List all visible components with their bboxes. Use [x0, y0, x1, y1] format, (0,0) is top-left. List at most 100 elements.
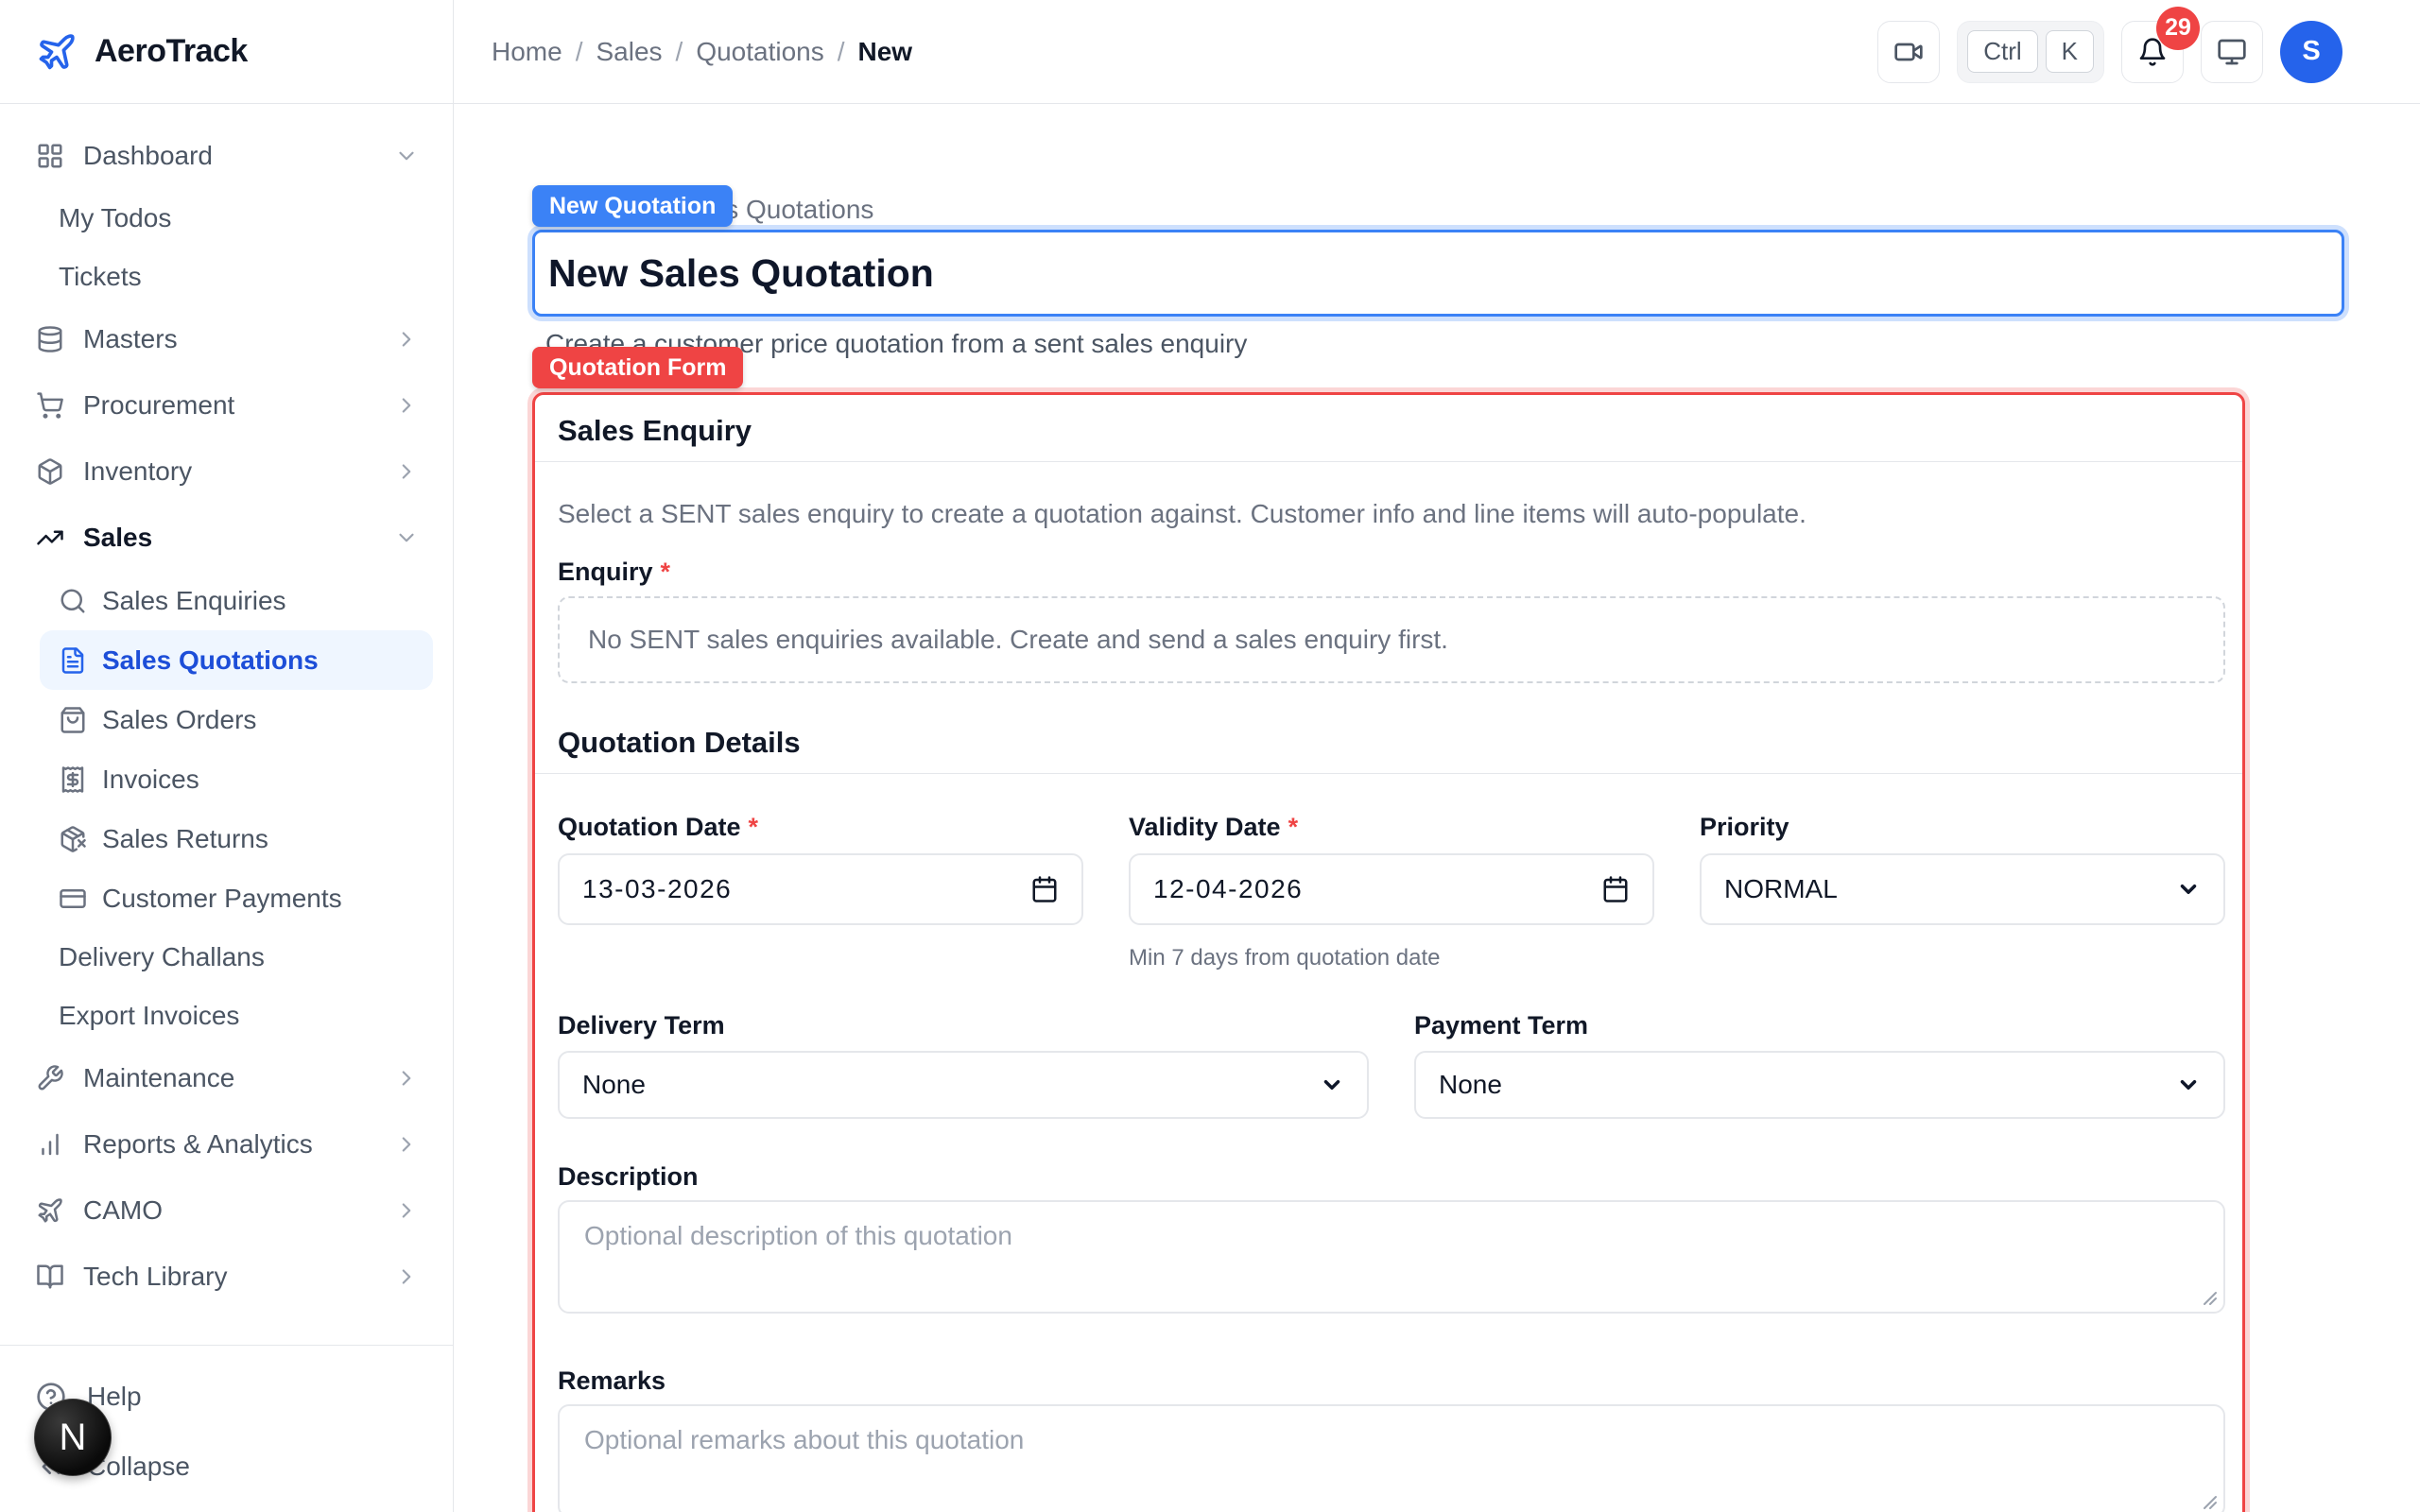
- sidebar-item-delivery-challans[interactable]: Delivery Challans: [0, 928, 453, 987]
- ctrl-keycap: Ctrl: [1967, 30, 2037, 73]
- notifications-button[interactable]: 29: [2121, 21, 2184, 83]
- breadcrumb-quotations[interactable]: Quotations: [696, 37, 823, 67]
- book-open-icon: [36, 1263, 64, 1291]
- avatar-initial: S: [2302, 36, 2320, 67]
- enquiry-empty-message: No SENT sales enquiries available. Creat…: [588, 625, 1448, 655]
- video-camera-icon: [1893, 37, 1924, 67]
- breadcrumb-separator: /: [838, 37, 845, 67]
- chevron-right-icon: [394, 1198, 419, 1223]
- payment-term-select[interactable]: None: [1414, 1051, 2225, 1119]
- page-title: New Sales Quotation: [535, 251, 934, 296]
- layout-grid-icon: [36, 142, 64, 170]
- topbar-actions: Ctrl K 29 S: [1877, 21, 2342, 83]
- chevron-right-icon: [394, 327, 419, 352]
- top-header: Home / Sales / Quotations / New Ctrl K 2…: [454, 0, 2420, 104]
- command-palette-shortcut[interactable]: Ctrl K: [1957, 21, 2104, 83]
- sidebar-item-label: Tickets: [59, 262, 142, 292]
- required-marker: *: [1288, 813, 1299, 841]
- sidebar-item-camo[interactable]: CAMO: [0, 1177, 453, 1244]
- plane-icon: [36, 1196, 64, 1225]
- monitor-icon: [2217, 37, 2247, 67]
- sidebar-item-label: Delivery Challans: [59, 942, 265, 972]
- brand-logo[interactable]: AeroTrack: [0, 0, 453, 104]
- chevron-down-icon: [1320, 1073, 1344, 1097]
- remarks-field-wrap: [558, 1404, 2225, 1512]
- resize-grip-icon[interactable]: [2203, 1291, 2218, 1306]
- breadcrumb-sales[interactable]: Sales: [596, 37, 662, 67]
- database-icon: [36, 325, 64, 353]
- quotation-date-input[interactable]: 13-03-2026: [558, 853, 1083, 925]
- breadcrumb-separator: /: [576, 37, 583, 67]
- wrench-icon: [36, 1064, 64, 1092]
- sidebar-item-label: Inventory: [83, 456, 192, 487]
- display-mode-button[interactable]: [2201, 21, 2263, 83]
- sidebar-item-label: CAMO: [83, 1195, 163, 1226]
- sidebar: AeroTrack Dashboard My Todos Tickets Mas…: [0, 0, 454, 1512]
- sidebar-item-label: Procurement: [83, 390, 234, 421]
- delivery-term-select[interactable]: None: [558, 1051, 1369, 1119]
- nextjs-dev-badge[interactable]: N: [34, 1399, 112, 1476]
- sidebar-item-dashboard[interactable]: Dashboard: [0, 123, 453, 189]
- sidebar-item-label: Maintenance: [83, 1063, 234, 1093]
- sidebar-item-label: My Todos: [59, 203, 171, 233]
- payment-term-label: Payment Term: [1414, 1011, 1588, 1040]
- delivery-term-label: Delivery Term: [558, 1011, 725, 1040]
- section-divider: [535, 461, 2242, 462]
- sidebar-item-maintenance[interactable]: Maintenance: [0, 1045, 453, 1111]
- user-avatar[interactable]: S: [2280, 21, 2342, 83]
- breadcrumb-separator: /: [676, 37, 683, 67]
- validity-date-input[interactable]: 12-04-2026: [1129, 853, 1654, 925]
- sidebar-item-my-todos[interactable]: My Todos: [0, 189, 453, 248]
- sidebar-item-sales-enquiries[interactable]: Sales Enquiries: [0, 571, 453, 630]
- remarks-textarea[interactable]: [558, 1404, 2225, 1512]
- sidebar-item-label: Sales: [83, 523, 152, 553]
- sidebar-item-sales[interactable]: Sales: [0, 505, 453, 571]
- description-field-wrap: [558, 1200, 2225, 1314]
- enquiry-section-description: Select a SENT sales enquiry to create a …: [558, 499, 1806, 529]
- annotation-form-badge: Quotation Form: [532, 347, 743, 388]
- chevron-down-icon: [394, 525, 419, 550]
- sidebar-item-procurement[interactable]: Procurement: [0, 372, 453, 438]
- enquiry-empty-state[interactable]: No SENT sales enquiries available. Creat…: [558, 596, 2225, 683]
- sidebar-item-reports-analytics[interactable]: Reports & Analytics: [0, 1111, 453, 1177]
- sidebar-item-sales-orders[interactable]: Sales Orders: [0, 690, 453, 749]
- description-textarea[interactable]: [558, 1200, 2225, 1314]
- sidebar-item-label: Sales Enquiries: [102, 586, 286, 616]
- sidebar-item-invoices[interactable]: Invoices: [0, 749, 453, 809]
- sidebar-item-tech-library[interactable]: Tech Library: [0, 1244, 453, 1310]
- trending-up-icon: [36, 524, 64, 552]
- sidebar-item-label: Sales Returns: [102, 824, 268, 854]
- chevron-down-icon: [2176, 877, 2201, 902]
- remarks-label: Remarks: [558, 1366, 666, 1396]
- priority-select[interactable]: NORMAL: [1700, 853, 2225, 925]
- sidebar-item-tickets[interactable]: Tickets: [0, 248, 453, 306]
- calendar-icon: [1030, 875, 1059, 903]
- sidebar-item-customer-payments[interactable]: Customer Payments: [0, 868, 453, 928]
- validity-date-label: Validity Date*: [1129, 813, 1298, 842]
- sidebar-item-label: Sales Orders: [102, 705, 256, 735]
- sidebar-item-masters[interactable]: Masters: [0, 306, 453, 372]
- payment-term-value: None: [1439, 1070, 1502, 1100]
- brand-name: AeroTrack: [95, 33, 248, 70]
- resize-grip-icon[interactable]: [2203, 1495, 2218, 1510]
- shopping-bag-icon: [59, 706, 87, 734]
- sidebar-item-export-invoices[interactable]: Export Invoices: [0, 987, 453, 1045]
- calendar-icon: [1601, 875, 1630, 903]
- sidebar-item-sales-quotations[interactable]: Sales Quotations: [40, 630, 433, 690]
- package-icon: [36, 457, 64, 486]
- sidebar-item-inventory[interactable]: Inventory: [0, 438, 453, 505]
- plane-logo-icon: [36, 31, 78, 73]
- app-root: AeroTrack Dashboard My Todos Tickets Mas…: [0, 0, 2420, 1512]
- required-marker: *: [661, 558, 671, 586]
- quotation-details-heading: Quotation Details: [558, 726, 801, 760]
- delivery-term-value: None: [582, 1070, 646, 1100]
- sidebar-item-label: Invoices: [102, 765, 199, 795]
- page-content: ← Back to Sales Quotations New Quotation…: [454, 104, 2420, 1512]
- breadcrumb-home[interactable]: Home: [492, 37, 562, 67]
- sidebar-item-sales-returns[interactable]: Sales Returns: [0, 809, 453, 868]
- screen-record-button[interactable]: [1877, 21, 1940, 83]
- bar-chart-icon: [36, 1130, 64, 1159]
- k-keycap: K: [2046, 30, 2094, 73]
- search-icon: [59, 587, 87, 615]
- sales-enquiry-heading: Sales Enquiry: [558, 414, 752, 448]
